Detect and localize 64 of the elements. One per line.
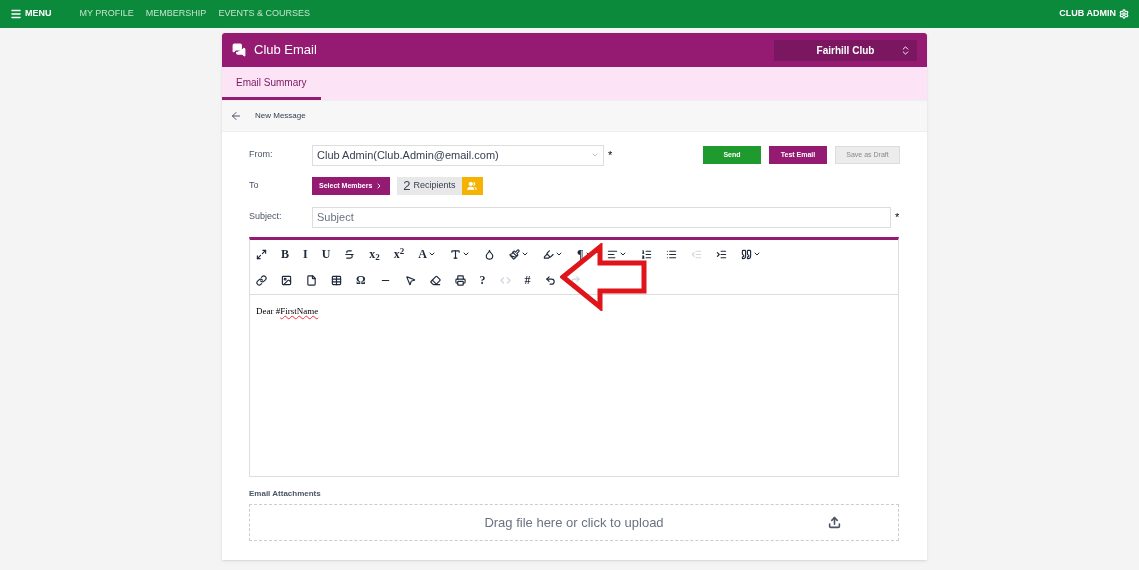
eraser-icon: [429, 274, 441, 286]
upload-dropzone[interactable]: Drag file here or click to upload: [249, 504, 899, 541]
subheader-title: New Message: [255, 110, 306, 122]
menu-button[interactable]: MENU: [10, 7, 52, 21]
card-title: Club Email: [254, 41, 317, 60]
toolbar-button[interactable]: B: [277, 244, 293, 264]
caret-icon: [752, 250, 761, 258]
caret-icon: [428, 250, 437, 258]
strikethrough-icon: [344, 248, 356, 260]
subject-label: Subject:: [249, 210, 283, 224]
to-label: To: [249, 179, 260, 193]
toolbar-button[interactable]: x$_{2}$: [365, 244, 384, 264]
expand-icon: [256, 248, 267, 260]
toolbar-button[interactable]: U: [317, 244, 335, 264]
editor-body[interactable]: Dear #FirstName: [250, 295, 898, 476]
back-arrow-icon[interactable]: [230, 110, 242, 122]
bullet-list-icon: [665, 248, 677, 260]
toolbar-button[interactable]: ¶: [573, 244, 597, 264]
table-icon: [331, 274, 342, 286]
people-icon: [467, 181, 478, 191]
print-icon: [454, 274, 466, 286]
nav-link[interactable]: EVENTS & COURSES: [218, 7, 310, 21]
toolbar-button[interactable]: Ω: [352, 270, 370, 290]
droplet-icon: [484, 248, 496, 260]
caret-icon: [462, 250, 471, 258]
link-icon: [256, 274, 267, 286]
from-label: From:: [249, 148, 274, 162]
recipients-count: 2: [402, 177, 411, 196]
toolbar-button[interactable]: A: [414, 244, 441, 264]
required-mark: *: [608, 147, 613, 163]
upload-icon: [828, 516, 841, 529]
code-icon: [499, 274, 511, 286]
font-size-icon: [450, 248, 462, 260]
editor-text: Dear #FirstName: [256, 306, 319, 316]
caret-icon: [618, 250, 627, 258]
select-arrows-icon: [900, 44, 911, 56]
recipients-label: Recipients: [413, 179, 457, 193]
align-icon: [606, 248, 618, 260]
chat-icon: [232, 43, 246, 57]
user-menu[interactable]: CLUB ADMIN: [1059, 7, 1129, 21]
image-icon: [281, 274, 292, 286]
toolbar-button[interactable]: #: [520, 270, 535, 290]
toolbar-button[interactable]: x$^{2}$: [389, 244, 409, 264]
brush-icon: [509, 248, 521, 260]
highlighter-icon: [543, 248, 555, 260]
ordered-list-icon: [640, 248, 652, 260]
required-mark: *: [895, 209, 900, 225]
quote-icon: [740, 248, 752, 260]
caret-icon: [555, 250, 564, 258]
menu-icon: [10, 8, 22, 20]
settings-icon: [1119, 9, 1129, 19]
toolbar-button[interactable]: ?: [475, 270, 490, 290]
file-icon: [306, 274, 317, 286]
indent-icon: [715, 248, 727, 260]
pointer-icon: [404, 274, 416, 286]
toolbar-button[interactable]: I: [299, 244, 312, 264]
caret-icon: [591, 151, 599, 159]
from-select[interactable]: Club Admin(Club.Admin@email.com): [312, 144, 604, 166]
subject-field[interactable]: Subject: [312, 206, 891, 228]
attachments-label: Email Attachments: [249, 488, 322, 500]
caret-icon: [521, 250, 530, 258]
outdent-icon: [690, 248, 702, 260]
undo-icon: [544, 274, 556, 286]
club-select[interactable]: Fairhill Club: [774, 39, 917, 61]
